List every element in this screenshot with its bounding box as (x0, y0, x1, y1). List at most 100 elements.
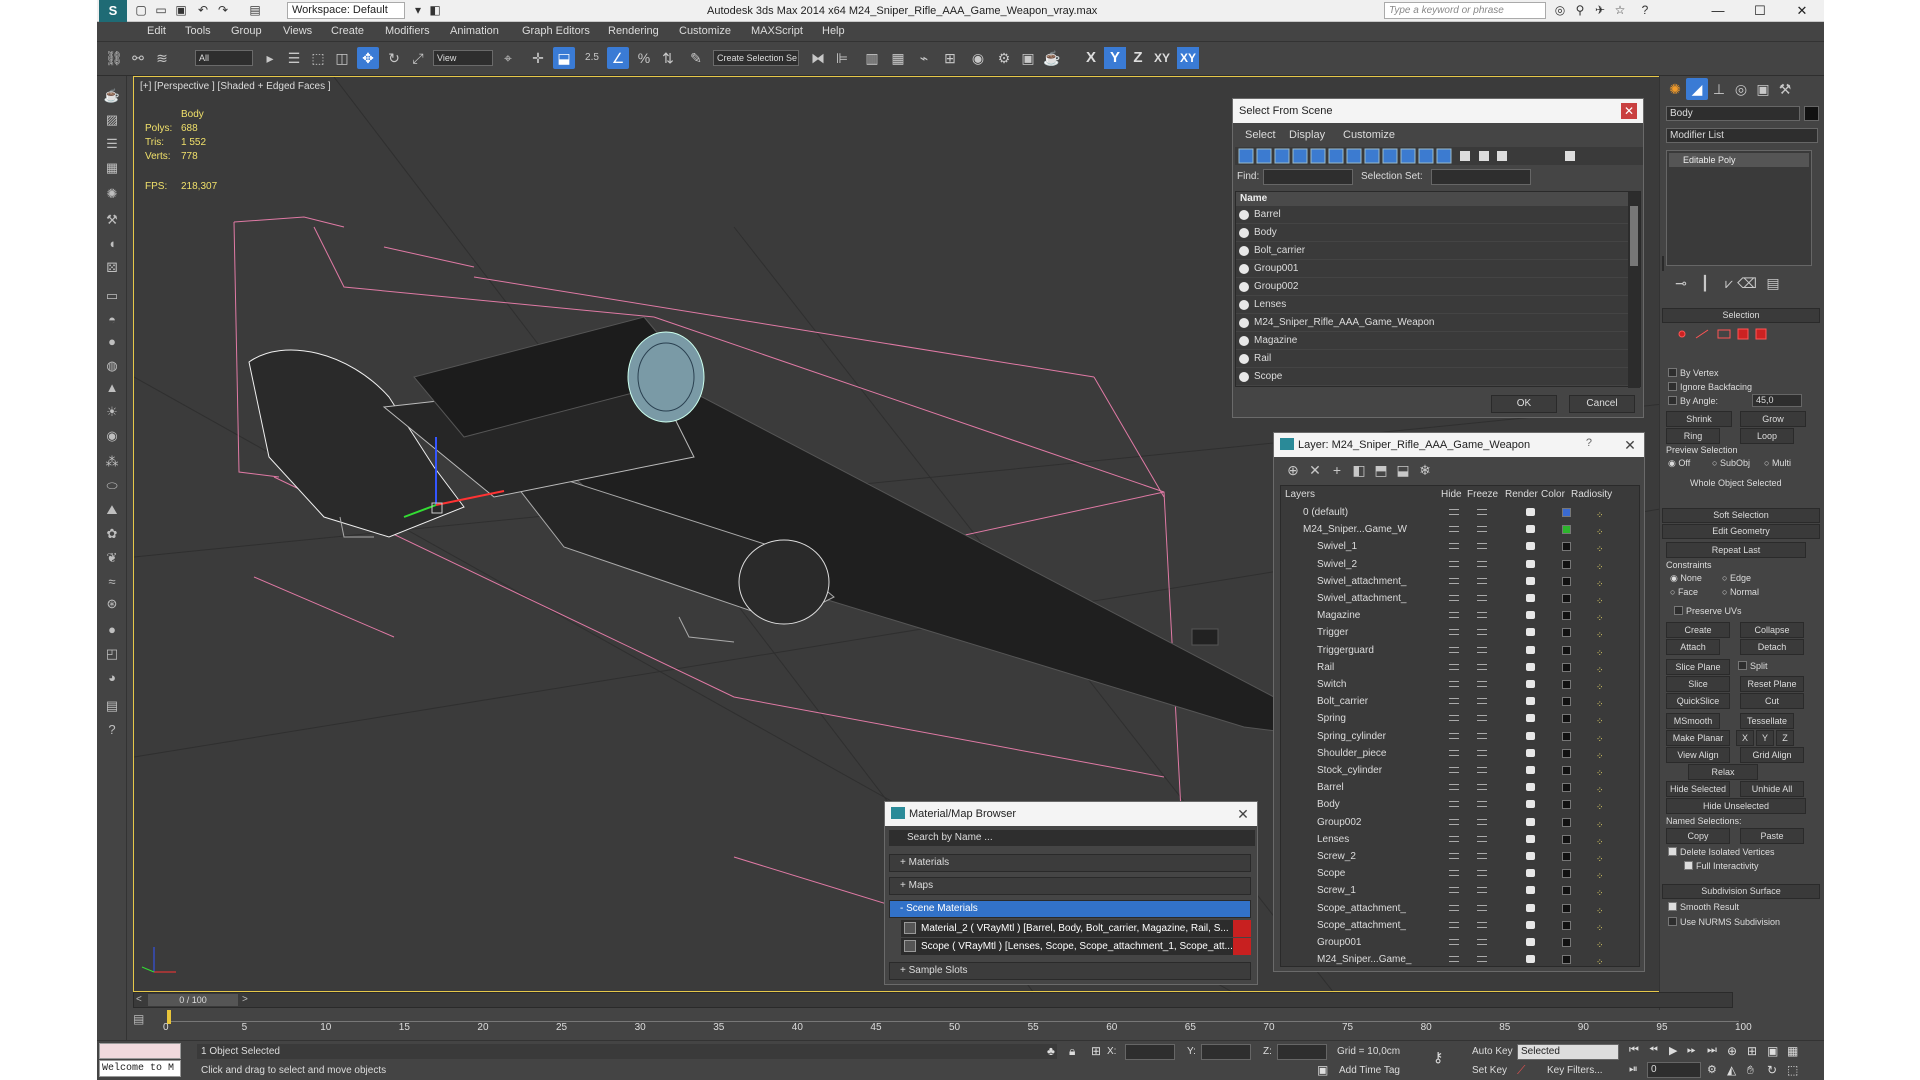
hide-toggle-icon[interactable] (1449, 732, 1459, 739)
move-transform-icon[interactable]: ✛ (527, 47, 549, 69)
freeze-toggle-icon[interactable] (1477, 784, 1487, 791)
use-nurms-checkbox[interactable]: Use NURMS Subdivision (1668, 917, 1780, 927)
maxscript-listener-white[interactable]: Welcome to M (99, 1060, 181, 1077)
hide-all-icon[interactable]: ⬓ (1392, 459, 1414, 481)
bones-icon[interactable]: ⚒ (101, 210, 123, 230)
layer-object-row[interactable]: Stock_cylinder ⁘ (1281, 762, 1631, 779)
layer-manager-icon[interactable]: ▥ (861, 47, 883, 69)
list-item[interactable]: Barrel (1236, 206, 1628, 224)
copy-button[interactable]: Copy (1666, 828, 1730, 844)
column-color[interactable]: Color (1541, 489, 1565, 500)
grid-align-button[interactable]: Grid Align (1740, 747, 1804, 763)
highlight-layer-icon[interactable]: ⬒ (1370, 459, 1392, 481)
layer-color-swatch[interactable] (1562, 834, 1571, 844)
list-scrollbar[interactable] (1628, 192, 1640, 388)
freeze-all-icon[interactable]: ❄ (1414, 459, 1436, 481)
layer-color-swatch[interactable] (1562, 766, 1571, 775)
layer-color-swatch[interactable] (1562, 886, 1571, 896)
layer-color-swatch[interactable] (1562, 869, 1571, 879)
freeze-toggle-icon[interactable] (1477, 577, 1487, 584)
hierarchy-tab-icon[interactable]: ⊥ (1708, 78, 1730, 100)
hide-toggle-icon[interactable] (1449, 749, 1459, 756)
menu-create[interactable]: Create (331, 25, 364, 37)
attach-button[interactable]: Attach (1666, 639, 1720, 655)
render-teapot-icon[interactable] (1526, 766, 1535, 774)
list-item[interactable]: Group001 (1236, 260, 1628, 278)
grid-icon[interactable]: ▦ (101, 158, 123, 178)
go-to-end-icon[interactable]: ⏭︎ (1707, 1044, 1717, 1057)
maxscript-listener-pink[interactable] (99, 1043, 181, 1059)
render-teapot-icon[interactable] (1526, 645, 1535, 654)
ignore-backfacing-checkbox[interactable]: Ignore Backfacing (1668, 382, 1752, 392)
slice-button[interactable]: Slice (1666, 676, 1730, 692)
light-bulb-icon[interactable]: ✺ (101, 184, 123, 204)
hide-toggle-icon[interactable] (1449, 629, 1459, 636)
create-tab-icon[interactable]: ✺ (1664, 78, 1686, 100)
freeze-toggle-icon[interactable] (1477, 612, 1487, 619)
hide-toggle-icon[interactable] (1449, 784, 1459, 791)
constraint-none-radio[interactable]: ◉ None (1670, 573, 1702, 584)
window-crossing-icon[interactable]: ◫ (331, 47, 353, 69)
layer-object-row[interactable]: Screw_1 ⁘ (1281, 882, 1631, 899)
smooth-result-checkbox[interactable]: Smooth Result (1668, 902, 1739, 912)
create-button[interactable]: Create (1666, 622, 1730, 638)
delete-layer-icon[interactable]: ✕ (1304, 459, 1326, 481)
lock-selection-icon[interactable]: 🔒︎ (1069, 1044, 1075, 1059)
layer-color-swatch[interactable] (1562, 680, 1571, 689)
layer-object-row[interactable]: Scope ⁘ (1281, 865, 1631, 882)
column-layers[interactable]: Layers (1285, 489, 1315, 500)
hide-toggle-icon[interactable] (1449, 526, 1459, 533)
freeze-toggle-icon[interactable] (1477, 732, 1487, 739)
remove-modifier-icon[interactable]: ⌫ (1736, 272, 1758, 294)
menu-maxscript[interactable]: MAXScript (751, 25, 803, 37)
layer-object-row[interactable]: Body ⁘ (1281, 796, 1631, 813)
delete-isolated-checkbox[interactable]: Delete Isolated Vertices (1668, 847, 1775, 857)
paste-button[interactable]: Paste (1740, 828, 1804, 844)
layer-color-swatch[interactable] (1562, 938, 1571, 947)
new-file-icon[interactable]: ▢ (133, 3, 149, 18)
render-production-icon[interactable]: ☕ (1041, 47, 1063, 69)
hide-toggle-icon[interactable] (1449, 801, 1459, 808)
repeat-last-button[interactable]: Repeat Last (1666, 542, 1806, 558)
material-item[interactable]: Scope ( VRayMtl ) [Lenses, Scope, Scope_… (901, 938, 1251, 955)
slice-plane-button[interactable]: Slice Plane (1666, 659, 1730, 675)
hide-toggle-icon[interactable] (1449, 835, 1459, 842)
ring-button[interactable]: Ring (1666, 428, 1720, 444)
material-editor-icon[interactable]: ◉ (967, 47, 989, 69)
freeze-toggle-icon[interactable] (1477, 560, 1487, 567)
list-item[interactable]: Rail (1236, 350, 1628, 368)
render-teapot-icon[interactable] (1526, 731, 1535, 740)
workspace-dropdown[interactable]: Workspace: Default (287, 2, 405, 19)
by-angle-checkbox[interactable]: By Angle: (1668, 396, 1718, 406)
play-icon[interactable]: ▶ (1669, 1044, 1677, 1057)
hair-icon[interactable]: ≈ (101, 572, 123, 592)
dice-icon[interactable]: ⚄ (101, 258, 123, 278)
layer-table[interactable]: Layers Hide Freeze Render Color Radiosit… (1280, 485, 1640, 967)
hide-toggle-icon[interactable] (1449, 921, 1459, 928)
spinner-snap-icon[interactable]: ⇅ (657, 47, 679, 69)
layer-object-row[interactable]: Rail ⁘ (1281, 659, 1631, 676)
hide-toggle-icon[interactable] (1449, 767, 1459, 773)
cut-button[interactable]: Cut (1740, 693, 1804, 709)
cloth-icon[interactable]: ⊛ (101, 594, 123, 614)
help-circle-icon[interactable]: ? (101, 720, 123, 740)
fov-icon[interactable]: ◭ (1727, 1063, 1736, 1077)
quickslice-button[interactable]: QuickSlice (1666, 693, 1730, 709)
layer-color-swatch[interactable] (1562, 576, 1571, 586)
layer-color-swatch[interactable] (1562, 748, 1571, 758)
layer-object-row[interactable]: Trigger ⁘ (1281, 624, 1631, 641)
layer-row[interactable]: 0 (default) ⁘ (1281, 504, 1631, 521)
tips-icon[interactable]: ◧ (427, 3, 443, 18)
cancel-button[interactable]: Cancel (1569, 395, 1635, 413)
subscription-icon[interactable]: ⚲ (1572, 3, 1588, 18)
reference-coordinate-dropdown[interactable]: View (433, 50, 493, 66)
freeze-toggle-icon[interactable] (1477, 853, 1487, 859)
isolate-icon[interactable]: ♣ (1047, 1044, 1055, 1058)
pin-stack-icon[interactable]: ⊸ (1670, 272, 1692, 294)
select-objects-icon[interactable]: ◧ (1348, 459, 1370, 481)
particles-icon[interactable]: ⁂ (101, 452, 123, 472)
tab-customize[interactable]: Customize (1343, 129, 1395, 141)
axis-z-button[interactable]: Z (1127, 47, 1149, 69)
named-selection-set-dropdown[interactable]: Create Selection Se (713, 50, 799, 66)
layer-color-swatch[interactable] (1562, 508, 1571, 517)
